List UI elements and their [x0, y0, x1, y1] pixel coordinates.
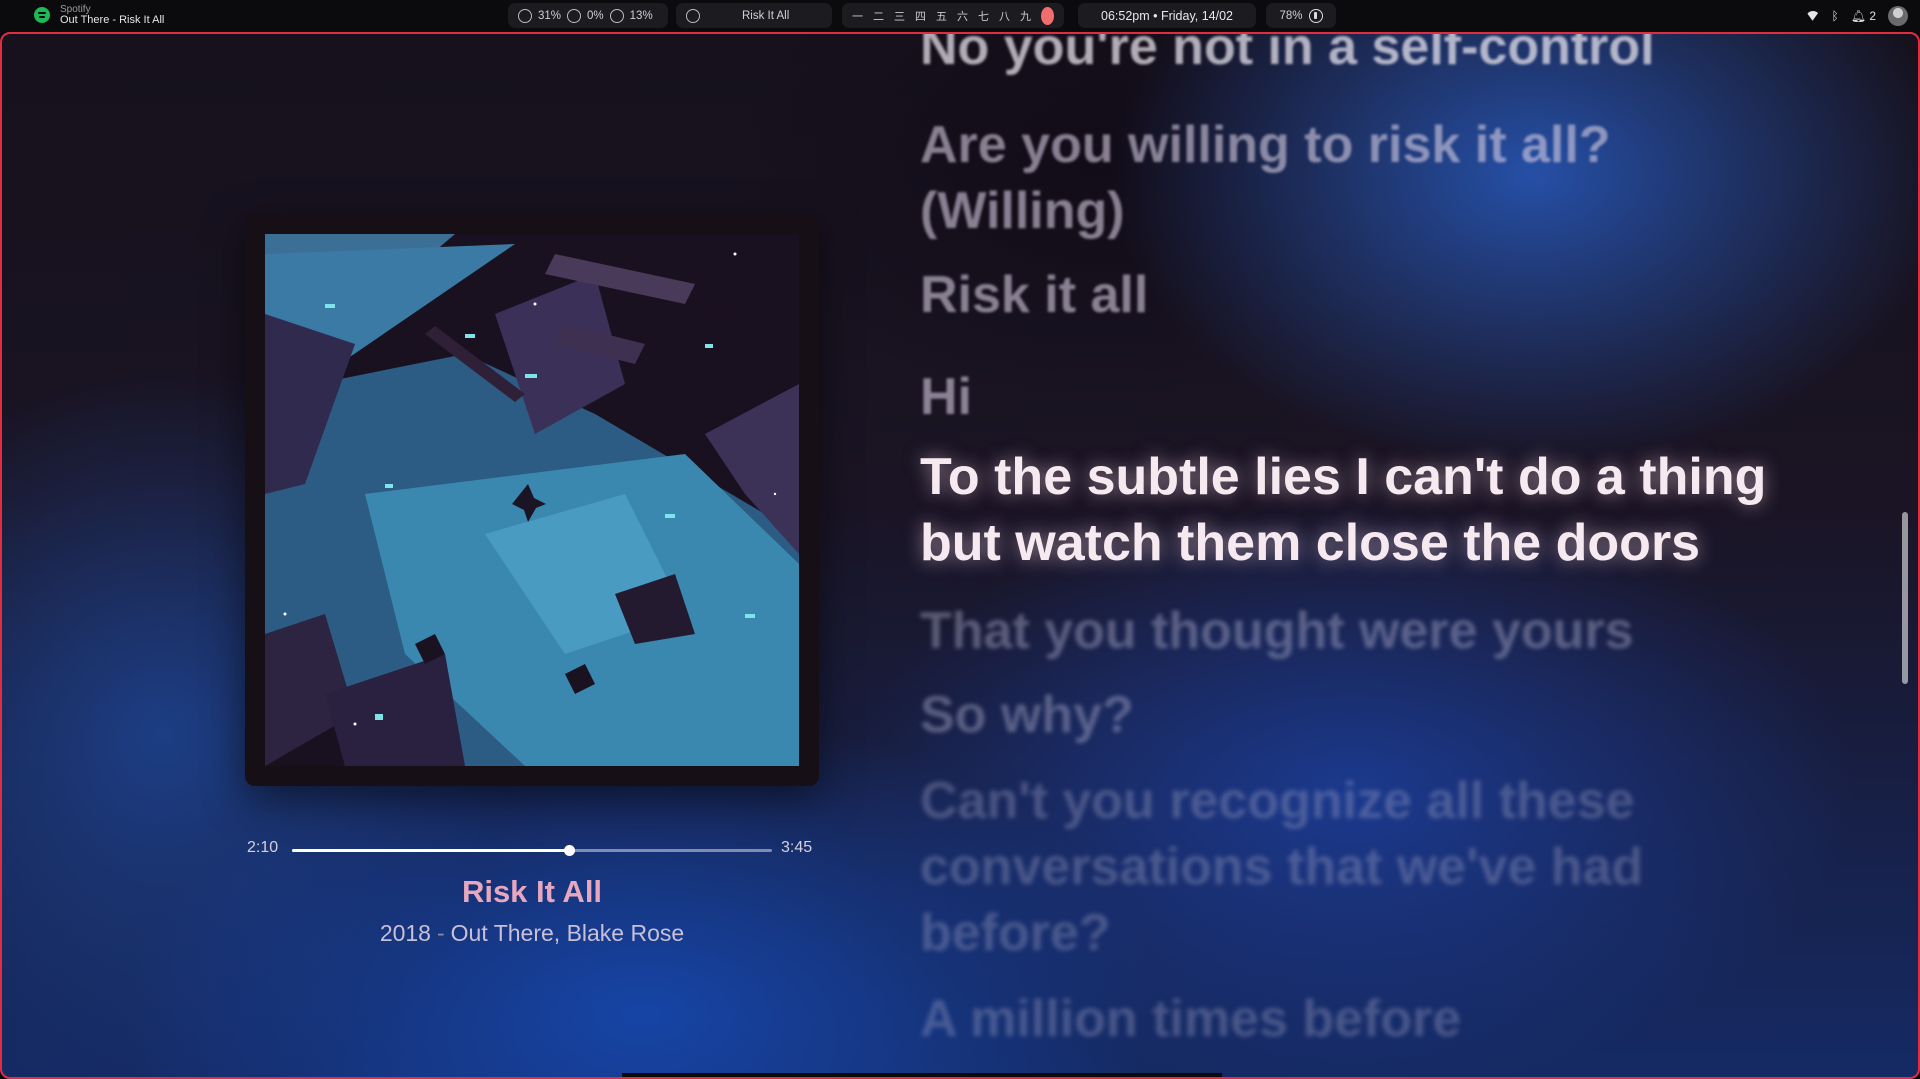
media-pill-title: Risk It All [742, 9, 790, 22]
notifications[interactable]: 🔔︎ 2 [1851, 9, 1876, 23]
battery-percentage: 78% [1279, 9, 1303, 22]
power-icon [1308, 8, 1323, 23]
workspace-8[interactable]: 八 [999, 8, 1010, 24]
workspace-6[interactable]: 六 [957, 8, 968, 24]
lyric-line[interactable]: No you're not in a self-control [920, 34, 1840, 80]
battery-pill[interactable]: 78% [1266, 3, 1336, 28]
system-stats-pill[interactable]: 31% 0% 13% [508, 3, 668, 28]
workspace-7[interactable]: 七 [978, 8, 989, 24]
album-art [245, 214, 819, 786]
bluetooth-icon[interactable]: ᛒ [1832, 9, 1839, 23]
release-year: 2018 [379, 920, 431, 946]
song-title: Risk It All [461, 874, 603, 909]
progress-fill [292, 849, 570, 852]
lyric-line[interactable]: That you thought were yours [920, 598, 1840, 664]
now-playing-text: Out There - Risk It All [60, 14, 165, 26]
lyrics-window: 2:10 3:45 Risk It All 2018- Out There, Bl… [0, 32, 1920, 1079]
workspace-5[interactable]: 五 [936, 8, 947, 24]
total-time: 3:45 [781, 839, 813, 856]
album-artwork-image [265, 234, 799, 766]
progress-handle[interactable] [564, 845, 576, 856]
lyric-line-current[interactable]: To the subtle lies I can't do a thing bu… [920, 444, 1820, 576]
wifi-icon[interactable] [1806, 11, 1820, 21]
bottom-indicator [622, 1073, 1222, 1077]
lyric-line[interactable]: Hi [920, 364, 1840, 430]
system-tray: ᛒ 🔔︎ 2 [1806, 6, 1908, 26]
current-time: 2:10 [247, 839, 279, 856]
artist-names: Out There, Blake Rose [450, 920, 685, 946]
workspace-1[interactable]: 一 [852, 8, 863, 24]
workspace-4[interactable]: 四 [915, 8, 926, 24]
lyric-line[interactable]: Are you willing to risk it all? (Willing… [920, 112, 1640, 244]
music-icon [686, 8, 700, 23]
lyric-line[interactable]: A million times before [920, 986, 1840, 1052]
spotify-icon [34, 7, 50, 23]
scrollbar[interactable] [1902, 512, 1908, 684]
gpu-icon [567, 8, 582, 23]
gpu-usage: 0% [587, 9, 604, 22]
user-avatar[interactable] [1888, 6, 1908, 26]
lyric-line[interactable]: So why? [920, 682, 1840, 748]
progress-bar[interactable] [292, 845, 772, 856]
song-meta: 2018- Out There, Blake Rose [232, 920, 832, 947]
cpu-usage: 31% [538, 9, 562, 22]
system-top-bar: Spotify Out There - Risk It All 31% 0% 1… [0, 0, 1920, 32]
cpu-icon [518, 8, 532, 23]
lyric-line[interactable]: Risk it all [920, 262, 1840, 328]
memory-icon [609, 8, 624, 23]
workspace-2[interactable]: 二 [873, 8, 884, 24]
notification-count: 2 [1869, 9, 1876, 23]
meta-separator: - [436, 920, 445, 946]
workspace-switcher: 一 二 三 四 五 六 七 八 九 [842, 3, 1064, 28]
active-workspace-indicator[interactable] [1041, 6, 1054, 25]
media-pill[interactable]: Risk It All [676, 3, 832, 28]
workspace-3[interactable]: 三 [894, 8, 905, 24]
workspace-9[interactable]: 九 [1020, 8, 1031, 24]
clock[interactable]: 06:52pm • Friday, 14/02 [1078, 3, 1256, 28]
memory-usage: 13% [629, 9, 653, 22]
active-app-indicator[interactable]: Spotify Out There - Risk It All [34, 4, 164, 26]
bell-icon: 🔔︎ [1850, 9, 1866, 23]
lyric-line[interactable]: Can't you recognize all these conversati… [920, 768, 1680, 966]
